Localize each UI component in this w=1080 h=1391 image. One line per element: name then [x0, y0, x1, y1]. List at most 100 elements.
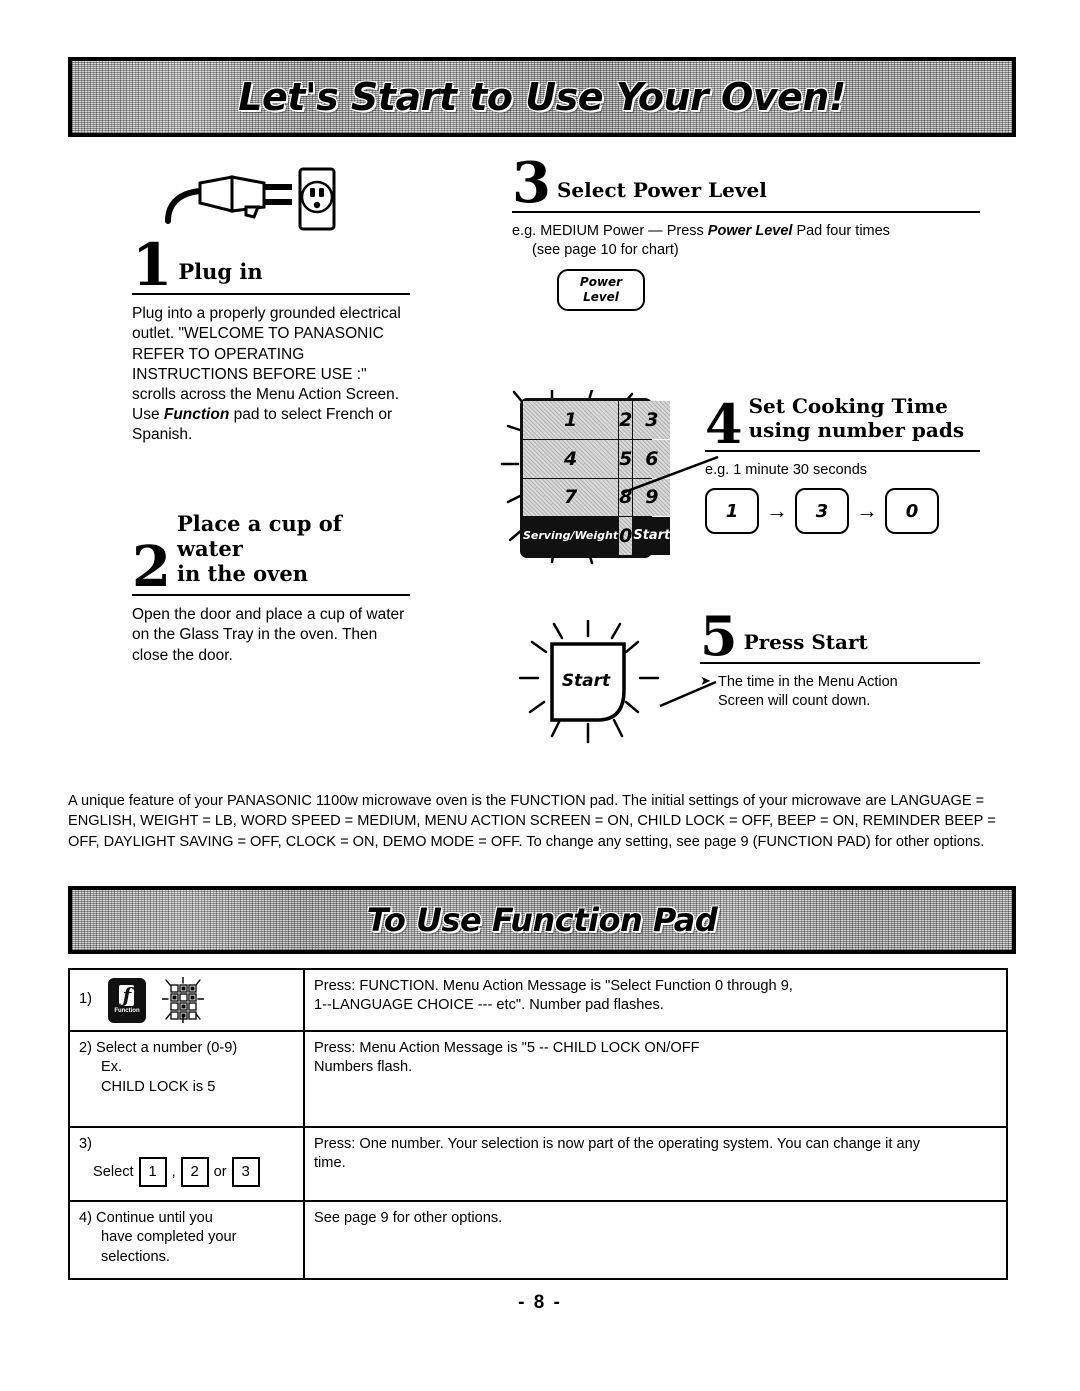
banner-bottom-text: To Use Function Pad	[366, 901, 718, 939]
step-4-divider	[705, 450, 980, 453]
function-pad-feature-paragraph: A unique feature of your PANASONIC 1100w…	[68, 792, 996, 851]
power-level-button[interactable]: Power Level	[557, 269, 645, 312]
step-2-title: Place a cup of water in the oven	[176, 511, 410, 589]
function-pad-icon-row: 1) ƒ Function	[79, 976, 294, 1024]
row-2-left-line2: Ex.	[101, 1059, 123, 1076]
step-3-number: 3	[512, 150, 551, 216]
sequence-arrow-1-icon: →	[766, 498, 788, 524]
select-number-row: Select 1 , 2 or 3	[79, 1157, 294, 1188]
step-4-title-line1: Set Cooking Time	[748, 394, 948, 418]
step-3-heading: 3 Select Power Level	[512, 150, 980, 216]
step-3-body-post: Pad four times	[792, 222, 890, 239]
step-1-title: Plug in	[178, 259, 263, 285]
row-4-left-line2: have completed your	[101, 1229, 237, 1246]
table-cell-step-3: 3) Select 1 , 2 or 3	[68, 1126, 305, 1202]
row-4-marker: 4)	[79, 1210, 92, 1226]
step-2-heading: 2 Place a cup of water in the oven	[132, 511, 410, 600]
step-2-title-line1: Place a cup of water	[176, 511, 342, 561]
row-2-left-line3: CHILD LOCK is 5	[101, 1078, 216, 1095]
step-4-body: e.g. 1 minute 30 seconds	[705, 462, 868, 479]
number-pad-illustration: 1 2 3 4 5 6 7 8 9 Serving/ Weight 0 Star…	[500, 390, 671, 565]
step-2-place-cup-of-water: 2 Place a cup of water in the oven Open …	[132, 511, 410, 666]
row-2-text-line2: Numbers flash.	[314, 1059, 413, 1076]
step-2-divider	[132, 594, 410, 597]
step-2-title-line2: in the oven	[176, 560, 309, 586]
select-box-1[interactable]: 1	[138, 1157, 167, 1188]
step-3-body-line2: (see page 10 for chart)	[532, 241, 679, 258]
row-1-text-line2: 1--LANGUAGE CHOICE --- etc". Number pad …	[314, 997, 664, 1014]
table-row: 3) Select 1 , 2 or 3 Press: One number. …	[68, 1126, 1008, 1202]
start-button-label: Start	[562, 671, 611, 691]
arrow-bullet-icon: ➤	[700, 673, 711, 689]
serving-weight-line2: Weight	[574, 529, 619, 543]
row-3-text-line2: time.	[314, 1155, 346, 1172]
serving-weight-line1: Serving/	[523, 529, 575, 543]
row-4-left-line3: selections.	[101, 1248, 170, 1265]
table-row: 4) Continue until you have completed you…	[68, 1200, 1008, 1280]
step-5-number: 5	[700, 604, 738, 668]
row-4-left-line1: Continue until you	[96, 1210, 213, 1226]
step-2-body: Open the door and place a cup of water o…	[132, 606, 405, 664]
step-4-heading: 4 Set Cooking Time using number pads	[705, 394, 980, 451]
keypad-key-2[interactable]: 2	[619, 401, 633, 439]
row-3-select-label: Select	[93, 1163, 134, 1180]
function-pad-button[interactable]: ƒ Function	[107, 977, 146, 1023]
row-2-text-line1: Press: Menu Action Message is "5 -- CHIL…	[314, 1040, 700, 1056]
table-cell-step-4-instruction: See page 9 for other options.	[303, 1200, 1008, 1280]
step-1-body-emphasis: Function	[163, 405, 230, 423]
step-5-body: ➤ The time in the Menu Action Screen wil…	[700, 673, 980, 711]
table-row: 1) ƒ Function Press: FUNCTION. Menu Acti…	[68, 968, 1008, 1032]
sequence-key-2[interactable]: 3	[795, 488, 849, 535]
row-3-marker: 3)	[79, 1136, 92, 1152]
step-1-plug-in: 1 Plug in Plug into a properly grounded …	[132, 236, 410, 445]
plug-and-outlet-illustration	[160, 163, 340, 238]
keypad-key-start[interactable]: Start	[633, 517, 671, 555]
step-4-set-cooking-time: 4 Set Cooking Time using number pads e.g…	[705, 394, 980, 535]
table-cell-step-4: 4) Continue until you have completed you…	[68, 1200, 305, 1280]
step-5-heading: 5 Press Start	[700, 604, 980, 668]
row-2-marker: 2)	[79, 1040, 92, 1056]
step-1-divider	[132, 293, 410, 296]
row-3-or-label: or	[213, 1163, 227, 1180]
keypad-key-1[interactable]: 1	[523, 401, 619, 439]
function-pad-instructions-table: 1) ƒ Function Press: FUNCTION. Menu Acti…	[68, 968, 1008, 1280]
keypad-key-3[interactable]: 3	[633, 401, 671, 439]
banner-lets-start: Let's Start to Use Your Oven!	[68, 57, 1016, 137]
step-5-body-line2: Screen will count down.	[718, 692, 871, 709]
keypad-key-4[interactable]: 4	[523, 439, 619, 478]
step-5-press-start: 5 Press Start ➤ The time in the Menu Act…	[700, 604, 980, 711]
table-cell-step-3-instruction: Press: One number. Your selection is now…	[303, 1126, 1008, 1202]
table-cell-step-2-instruction: Press: Menu Action Message is "5 -- CHIL…	[303, 1030, 1008, 1128]
function-pad-label: Function	[114, 1007, 140, 1014]
step-3-divider	[512, 210, 980, 213]
sequence-key-1[interactable]: 1	[705, 488, 759, 535]
page-number-footer: - 8 -	[518, 1292, 562, 1313]
sequence-arrow-2-icon: →	[856, 498, 878, 524]
step-3-select-power-level: 3 Select Power Level e.g. MEDIUM Power —…	[512, 150, 980, 312]
row-3-separator: ,	[171, 1163, 176, 1180]
row-4-text-line1: See page 9 for other options.	[314, 1210, 503, 1226]
row-1-text-line1: Press: FUNCTION. Menu Action Message is …	[314, 978, 793, 994]
step-1-body: Plug into a properly grounded electrical…	[132, 304, 410, 445]
function-f-glyph-icon: ƒ	[119, 983, 135, 1007]
banner-to-use-function-pad: To Use Function Pad	[68, 886, 1016, 954]
flashing-keypad-icon	[161, 976, 205, 1024]
step-2-number: 2	[132, 533, 171, 600]
sequence-key-3[interactable]: 0	[885, 488, 939, 535]
keypad-key-7[interactable]: 7	[523, 478, 619, 517]
keypad-key-0[interactable]: 0	[619, 517, 633, 555]
select-box-2[interactable]: 2	[180, 1157, 209, 1188]
power-level-label-line2: Level	[583, 290, 619, 305]
step-3-body-emphasis: Power Level	[707, 222, 793, 239]
table-cell-step-1-instruction: Press: FUNCTION. Menu Action Message is …	[303, 968, 1008, 1032]
step-3-body: e.g. MEDIUM Power — Press Power Level Pa…	[512, 222, 980, 260]
time-entry-sequence: 1 → 3 → 0	[705, 488, 980, 535]
power-level-label-line1: Power	[579, 275, 623, 290]
row-3-text-line1: Press: One number. Your selection is now…	[314, 1136, 921, 1152]
row-1-marker: 1)	[79, 991, 92, 1008]
keypad-key-serving-weight[interactable]: Serving/ Weight	[523, 517, 619, 555]
table-row: 2) Select a number (0-9) Ex. CHILD LOCK …	[68, 1030, 1008, 1128]
select-box-3[interactable]: 3	[231, 1157, 260, 1188]
step-5-body-line1: The time in the Menu Action	[718, 674, 898, 691]
step-5-title: Press Start	[743, 629, 868, 654]
